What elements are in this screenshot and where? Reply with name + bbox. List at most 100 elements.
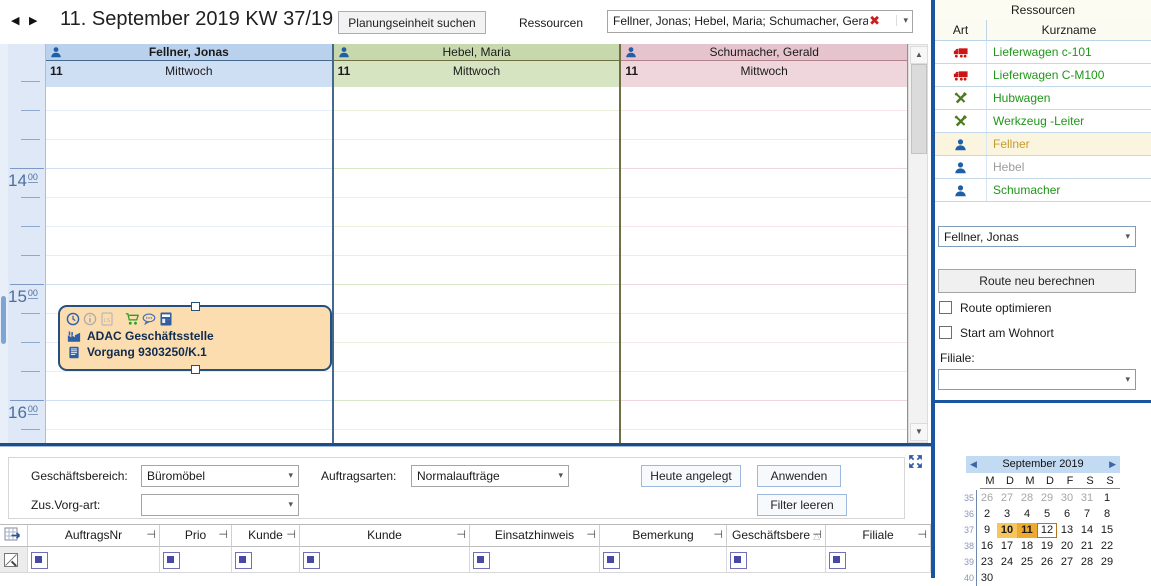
chevron-down-icon[interactable]: ▾ <box>896 15 908 26</box>
resources-combobox[interactable]: Fellner, Jonas; Hebel, Maria; Schumacher… <box>607 10 913 33</box>
orders-column-header[interactable]: Kunde⊣ <box>300 525 470 547</box>
pin-icon[interactable]: ⊣ <box>586 525 596 546</box>
filter-editor-button[interactable] <box>603 552 620 569</box>
route-neu-berechnen-button[interactable]: Route neu berechnen <box>938 269 1136 293</box>
calendar-day[interactable]: 14 <box>1077 523 1097 538</box>
day-header[interactable]: 11Mittwoch <box>621 61 907 88</box>
resource-column-header[interactable]: Fellner, Jonas <box>46 44 332 61</box>
calendar-day[interactable]: 9 <box>977 523 997 538</box>
scroll-down-icon[interactable]: ▼ <box>910 423 928 441</box>
calendar-day[interactable]: 28 <box>1017 491 1037 506</box>
pin-icon[interactable]: ⊣ <box>218 525 228 546</box>
kurzname-column-header[interactable]: Kurzname <box>987 20 1151 40</box>
chevron-down-icon[interactable]: ▾ <box>1125 374 1130 385</box>
orders-corner-cell[interactable] <box>0 525 28 547</box>
orders-column-header[interactable]: Einsatzhinweis⊣ <box>470 525 600 547</box>
calendar-day[interactable]: 30 <box>977 571 997 586</box>
pin-icon[interactable]: ⊣ <box>917 525 927 546</box>
calendar-day[interactable]: 11 <box>1017 523 1037 538</box>
scrollbar-thumb[interactable] <box>911 64 927 154</box>
filter-row-cell[interactable] <box>160 547 232 573</box>
calendar-day[interactable]: 15 <box>1097 523 1117 538</box>
calendar-day[interactable]: 28 <box>1077 555 1097 570</box>
filter-row-cell[interactable] <box>470 547 600 573</box>
resource-column-header[interactable]: Schumacher, Gerald <box>621 44 907 61</box>
calendar-day[interactable]: 26 <box>1037 555 1057 570</box>
scheduler-column-body[interactable] <box>621 87 907 443</box>
filter-editor-button[interactable] <box>163 552 180 569</box>
resource-column-header[interactable]: Hebel, Maria <box>334 44 620 61</box>
calendar-day[interactable]: 23 <box>977 555 997 570</box>
orders-column-header[interactable]: AuftragsNr⊣ <box>28 525 160 547</box>
filter-row-corner[interactable] <box>0 547 28 573</box>
calendar-day[interactable]: 1 <box>1097 491 1117 506</box>
orders-column-header[interactable]: Prio⊣ <box>160 525 232 547</box>
resource-row[interactable]: Lieferwagen C-M100 <box>935 64 1151 87</box>
resource-row[interactable]: Schumacher <box>935 179 1151 202</box>
filter-editor-button[interactable] <box>31 552 48 569</box>
filter-editor-button[interactable] <box>235 552 252 569</box>
pin-icon[interactable]: ⊣ <box>456 525 466 546</box>
pin-icon[interactable]: ⊣ <box>812 525 822 546</box>
calendar-day[interactable]: 4 <box>1017 507 1037 522</box>
day-header[interactable]: 11Mittwoch <box>46 61 332 88</box>
no-filter-icon[interactable] <box>3 552 19 568</box>
calendar-day[interactable]: 22 <box>1097 539 1117 554</box>
day-header[interactable]: 11Mittwoch <box>334 61 620 88</box>
pin-icon[interactable]: ⊣ <box>713 525 723 546</box>
chevron-down-icon[interactable]: ▾ <box>288 499 293 510</box>
filter-row-cell[interactable] <box>28 547 160 573</box>
calendar-day[interactable]: 20 <box>1057 539 1077 554</box>
calendar-day[interactable]: 12 <box>1037 523 1057 538</box>
appointment[interactable]: LSADAC GeschäftsstelleVorgang 9303250/K.… <box>58 305 332 371</box>
calendar-day[interactable]: 25 <box>1017 555 1037 570</box>
clear-resources-icon[interactable]: ✖ <box>869 13 880 29</box>
filter-row-cell[interactable] <box>826 547 931 573</box>
calendar-day[interactable]: 29 <box>1037 491 1057 506</box>
calendar-day[interactable]: 17 <box>997 539 1017 554</box>
calendar-day[interactable]: 18 <box>1017 539 1037 554</box>
calendar-day[interactable]: 6 <box>1057 507 1077 522</box>
calendar-day[interactable]: 2 <box>977 507 997 522</box>
expand-icon[interactable] <box>907 453 924 470</box>
calendar-day[interactable]: 27 <box>997 491 1017 506</box>
chevron-down-icon[interactable]: ▾ <box>558 470 563 481</box>
filter-row-cell[interactable] <box>300 547 470 573</box>
calendar-day[interactable]: 16 <box>977 539 997 554</box>
chevron-down-icon[interactable]: ▾ <box>288 470 293 481</box>
orders-column-header[interactable]: Kunde⊣ <box>232 525 300 547</box>
calendar-day[interactable]: 5 <box>1037 507 1057 522</box>
calendar-day[interactable]: 3 <box>997 507 1017 522</box>
calendar-day[interactable]: 7 <box>1077 507 1097 522</box>
scroll-position-indicator[interactable] <box>1 296 6 344</box>
calendar-day[interactable]: 26 <box>977 491 997 506</box>
route-optimieren-checkbox[interactable] <box>939 301 952 314</box>
scheduler-column-body[interactable] <box>334 87 620 443</box>
filiale-combobox[interactable]: ▾ <box>938 369 1136 390</box>
resource-row[interactable]: Lieferwagen c-101 <box>935 41 1151 64</box>
calendar-day[interactable]: 13 <box>1057 523 1077 538</box>
start-am-wohnort-checkbox[interactable] <box>939 326 952 339</box>
scroll-up-icon[interactable]: ▲ <box>910 46 928 64</box>
orders-column-header[interactable]: Geschäftsbere△⊣ <box>727 525 826 547</box>
zusvorgart-combobox[interactable]: ▾ <box>141 494 299 516</box>
search-planning-unit-button[interactable]: Planungseinheit suchen <box>338 11 486 34</box>
filter-editor-button[interactable] <box>473 552 490 569</box>
vertical-scrollbar[interactable]: ▲ ▼ <box>908 44 928 443</box>
resource-row[interactable]: Hubwagen <box>935 87 1151 110</box>
calendar-prev-icon[interactable]: ◀ <box>970 456 977 473</box>
calendar-day[interactable]: 21 <box>1077 539 1097 554</box>
art-column-header[interactable]: Art <box>935 20 987 40</box>
calendar-day[interactable]: 30 <box>1057 491 1077 506</box>
calendar-day[interactable]: 24 <box>997 555 1017 570</box>
filter-row-cell[interactable] <box>232 547 300 573</box>
orders-column-header[interactable]: Filiale⊣ <box>826 525 931 547</box>
chevron-down-icon[interactable]: ▾ <box>1125 231 1130 242</box>
resource-row[interactable]: Hebel <box>935 156 1151 179</box>
auftragsarten-combobox[interactable]: Normalaufträge ▾ <box>411 465 569 487</box>
calendar-day[interactable]: 27 <box>1057 555 1077 570</box>
resource-select-combobox[interactable]: Fellner, Jonas ▾ <box>938 226 1136 247</box>
resize-handle-top[interactable] <box>191 302 200 311</box>
resource-row[interactable]: Fellner <box>935 133 1151 156</box>
filter-editor-button[interactable] <box>730 552 747 569</box>
